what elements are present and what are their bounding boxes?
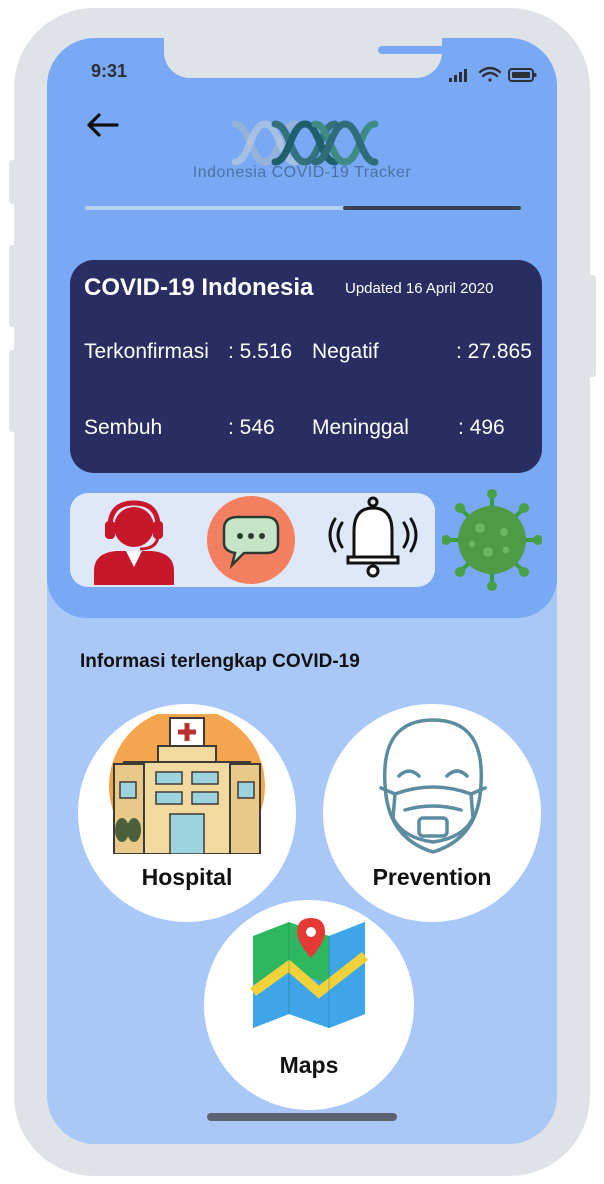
hospital-icon — [109, 714, 265, 854]
stats-card: COVID-19 Indonesia Updated 16 April 2020… — [70, 260, 542, 473]
section-title: Informasi terlengkap COVID-19 — [80, 651, 360, 672]
logo-text: Indonesia COVID-19 Tracker — [192, 164, 412, 181]
page-progress-indicator — [343, 206, 521, 210]
card-title: COVID-19 Indonesia — [84, 274, 314, 301]
prevention-button[interactable]: Prevention — [323, 704, 541, 922]
prevention-label: Prevention — [372, 864, 492, 890]
page-progress — [85, 206, 521, 210]
call-center-icon[interactable] — [88, 495, 180, 585]
maps-label: Maps — [279, 1052, 339, 1078]
stat-deaths-label: Meninggal — [312, 416, 409, 439]
volume-up-button — [9, 245, 17, 327]
status-time: 9:31 — [91, 61, 128, 81]
hospital-button[interactable]: Hospital — [78, 704, 296, 922]
chat-icon[interactable] — [206, 495, 296, 585]
stat-recovered-value: : 546 — [228, 416, 275, 439]
home-indicator[interactable] — [207, 1113, 397, 1121]
battery-icon — [508, 68, 537, 82]
signal-icon — [449, 69, 467, 82]
status-icons — [449, 66, 537, 82]
back-arrow-icon[interactable] — [83, 110, 123, 140]
volume-down-button — [9, 350, 17, 432]
stat-confirmed-label: Terkonfirmasi — [84, 340, 209, 363]
virus-icon — [442, 489, 542, 591]
dna-logo-icon — [231, 120, 379, 166]
face-mask-icon — [379, 718, 487, 854]
stat-recovered-label: Sembuh — [84, 416, 163, 439]
stat-negative-label: Negatif — [312, 340, 379, 363]
wifi-icon — [478, 66, 502, 82]
stat-confirmed-value: : 5.516 — [228, 340, 293, 363]
app-screen: 9:31 Indonesia COVID-19 Tracker COVID-19… — [47, 38, 557, 1144]
maps-button[interactable]: Maps — [204, 900, 414, 1110]
stat-negative-value: : 27.865 — [456, 340, 532, 363]
notification-bell-icon[interactable] — [328, 495, 418, 583]
speaker — [378, 46, 460, 54]
notch — [164, 38, 498, 78]
card-updated-date: Updated 16 April 2020 — [345, 280, 494, 297]
hospital-label: Hospital — [141, 864, 233, 890]
camera — [480, 40, 498, 58]
app-logo: Indonesia COVID-19 Tracker — [177, 118, 427, 188]
stat-deaths-value: : 496 — [458, 416, 505, 439]
power-button — [588, 275, 596, 377]
quick-actions-bar — [70, 493, 435, 587]
map-icon — [250, 918, 369, 1028]
silent-switch — [9, 160, 17, 204]
